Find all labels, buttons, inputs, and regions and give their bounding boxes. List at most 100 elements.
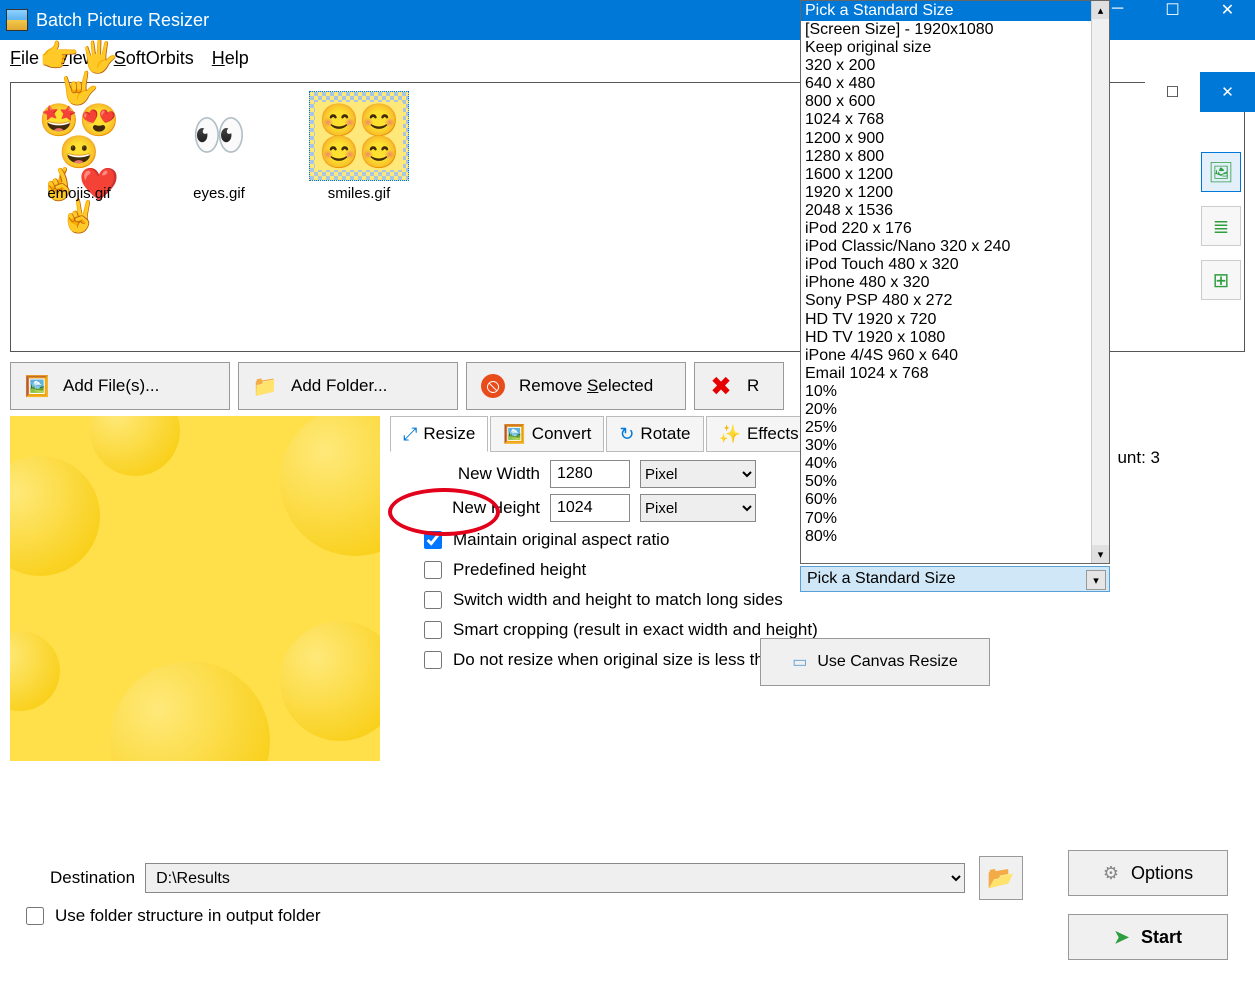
- dropdown-items[interactable]: [Screen Size] - 1920x1080Keep original s…: [801, 21, 1091, 563]
- start-button[interactable]: ➤ Start: [1068, 914, 1228, 960]
- remove-all-button[interactable]: ✖ R: [694, 362, 784, 410]
- dropdown-option[interactable]: 800 x 600: [801, 93, 1091, 111]
- destination-label: Destination: [50, 868, 135, 888]
- dropdown-option[interactable]: HD TV 1920 x 1080: [801, 329, 1091, 347]
- chk-label: Predefined height: [453, 560, 586, 580]
- btn-label: Add File(s)...: [63, 376, 159, 396]
- tab-rotate[interactable]: ↻ Rotate: [606, 416, 703, 452]
- dropdown-option[interactable]: 1024 x 768: [801, 111, 1091, 129]
- tab-label: Resize: [423, 424, 475, 444]
- bg-maximize-button[interactable]: ☐: [1145, 72, 1200, 112]
- app-icon: [6, 9, 28, 31]
- maximize-button[interactable]: ☐: [1145, 0, 1200, 20]
- tab-resize[interactable]: ⤢ Resize: [390, 416, 488, 452]
- list-icon: ≣: [1213, 214, 1230, 239]
- btn-label: Add Folder...: [291, 376, 387, 396]
- maintain-aspect-checkbox[interactable]: [424, 531, 442, 549]
- thumb-image: 👉🖐️🤟🤩😍😀🤞❤️✌️: [29, 91, 129, 181]
- chevron-down-icon[interactable]: ▾: [1086, 570, 1106, 590]
- dropdown-option[interactable]: 2048 x 1536: [801, 202, 1091, 220]
- chk-label: Maintain original aspect ratio: [453, 530, 669, 550]
- dropdown-scrollbar[interactable]: ▴ ▾: [1091, 1, 1109, 563]
- dropdown-option[interactable]: Email 1024 x 768: [801, 365, 1091, 383]
- dropdown-option[interactable]: 25%: [801, 419, 1091, 437]
- dropdown-option[interactable]: 80%: [801, 528, 1091, 546]
- standard-size-dropdown[interactable]: Pick a Standard Size [Screen Size] - 192…: [800, 0, 1110, 564]
- preview-pane: [10, 416, 380, 761]
- browse-folder-button[interactable]: 📂: [979, 856, 1023, 900]
- add-file-button[interactable]: 🖼️ Add File(s)...: [10, 362, 230, 410]
- canvas-icon: ▭: [792, 652, 807, 672]
- thumb-item[interactable]: 👀 eyes.gif: [159, 91, 279, 202]
- options-button[interactable]: ⚙ Options: [1068, 850, 1228, 896]
- canvas-resize-button[interactable]: ▭ Use Canvas Resize: [760, 638, 990, 686]
- tab-effects[interactable]: ✨ Effects: [706, 416, 812, 452]
- close-button[interactable]: ✕: [1200, 0, 1255, 20]
- view-thumbnails-button[interactable]: 🖼: [1201, 152, 1241, 192]
- dropdown-option[interactable]: Keep original size: [801, 39, 1091, 57]
- height-unit-select[interactable]: Pixel: [640, 494, 756, 522]
- thumb-label: eyes.gif: [159, 185, 279, 202]
- tab-label: Rotate: [640, 424, 690, 444]
- picture-icon: 🖼️: [25, 374, 49, 398]
- dropdown-option[interactable]: 40%: [801, 455, 1091, 473]
- chk-label: Smart cropping (result in exact width an…: [453, 620, 818, 640]
- width-input[interactable]: [550, 460, 630, 488]
- dropdown-option[interactable]: 1280 x 800: [801, 148, 1091, 166]
- dropdown-option[interactable]: iPod 220 x 176: [801, 220, 1091, 238]
- dropdown-option[interactable]: [Screen Size] - 1920x1080: [801, 21, 1091, 39]
- switch-wh-checkbox[interactable]: [424, 591, 442, 609]
- dropdown-option[interactable]: iPod Touch 480 x 320: [801, 256, 1091, 274]
- dropdown-option[interactable]: iPod Classic/Nano 320 x 240: [801, 238, 1091, 256]
- view-details-button[interactable]: ⊞: [1201, 260, 1241, 300]
- dropdown-option[interactable]: 1600 x 1200: [801, 166, 1091, 184]
- view-list-button[interactable]: ≣: [1201, 206, 1241, 246]
- dropdown-option[interactable]: 640 x 480: [801, 75, 1091, 93]
- use-folder-structure-checkbox[interactable]: [26, 907, 44, 925]
- dropdown-option[interactable]: iPone 4/4S 960 x 640: [801, 347, 1091, 365]
- dropdown-option[interactable]: 50%: [801, 473, 1091, 491]
- remove-icon: ⦸: [481, 374, 505, 398]
- scroll-up-icon[interactable]: ▴: [1092, 1, 1109, 19]
- dropdown-option[interactable]: 70%: [801, 510, 1091, 528]
- dropdown-option[interactable]: Sony PSP 480 x 272: [801, 292, 1091, 310]
- destination-row: Destination D:\Results 📂: [50, 856, 1023, 900]
- thumb-item[interactable]: 👉🖐️🤟🤩😍😀🤞❤️✌️ emojis.gif: [19, 91, 139, 202]
- destination-combo[interactable]: D:\Results: [145, 863, 965, 893]
- dropdown-option[interactable]: iPhone 480 x 320: [801, 274, 1091, 292]
- bg-close-button[interactable]: ✕: [1200, 72, 1255, 112]
- add-folder-button[interactable]: 📁 Add Folder...: [238, 362, 458, 410]
- dropdown-option[interactable]: 1200 x 900: [801, 130, 1091, 148]
- resize-icon: ⤢: [403, 424, 417, 445]
- thumb-label: smiles.gif: [299, 185, 419, 202]
- menu-help[interactable]: Help: [212, 48, 249, 69]
- dropdown-option[interactable]: 1920 x 1200: [801, 184, 1091, 202]
- no-upscale-checkbox[interactable]: [424, 651, 442, 669]
- width-unit-select[interactable]: Pixel: [640, 460, 756, 488]
- predefined-height-checkbox[interactable]: [424, 561, 442, 579]
- btn-label: Remove Selected: [519, 376, 653, 396]
- use-folder-structure-row[interactable]: Use folder structure in output folder: [22, 904, 321, 928]
- thumb-image: 👀: [169, 91, 269, 181]
- smart-crop-checkbox[interactable]: [424, 621, 442, 639]
- remove-selected-button[interactable]: ⦸ Remove Selected: [466, 362, 686, 410]
- dropdown-option[interactable]: 20%: [801, 401, 1091, 419]
- height-input[interactable]: [550, 494, 630, 522]
- gear-icon: ⚙: [1103, 863, 1119, 884]
- standard-size-combo[interactable]: Pick a Standard Size ▾: [800, 566, 1110, 592]
- tab-convert[interactable]: 🖼️ Convert: [490, 416, 604, 452]
- convert-icon: 🖼️: [503, 424, 525, 445]
- dropdown-option[interactable]: 10%: [801, 383, 1091, 401]
- dropdown-option[interactable]: 30%: [801, 437, 1091, 455]
- bg-window-controls: ☐ ✕: [1145, 72, 1255, 112]
- dropdown-option[interactable]: 60%: [801, 491, 1091, 509]
- dropdown-header[interactable]: Pick a Standard Size: [801, 1, 1109, 21]
- dropdown-option[interactable]: 320 x 200: [801, 57, 1091, 75]
- thumbnails-icon: 🖼: [1208, 160, 1233, 185]
- item-count-label: unt: 3: [1117, 448, 1160, 468]
- dropdown-option[interactable]: HD TV 1920 x 720: [801, 311, 1091, 329]
- folder-icon: 📁: [253, 374, 277, 398]
- width-label: New Width: [420, 464, 540, 484]
- thumb-item-selected[interactable]: 😊😊😊😊 smiles.gif: [299, 91, 419, 202]
- scroll-down-icon[interactable]: ▾: [1092, 545, 1109, 563]
